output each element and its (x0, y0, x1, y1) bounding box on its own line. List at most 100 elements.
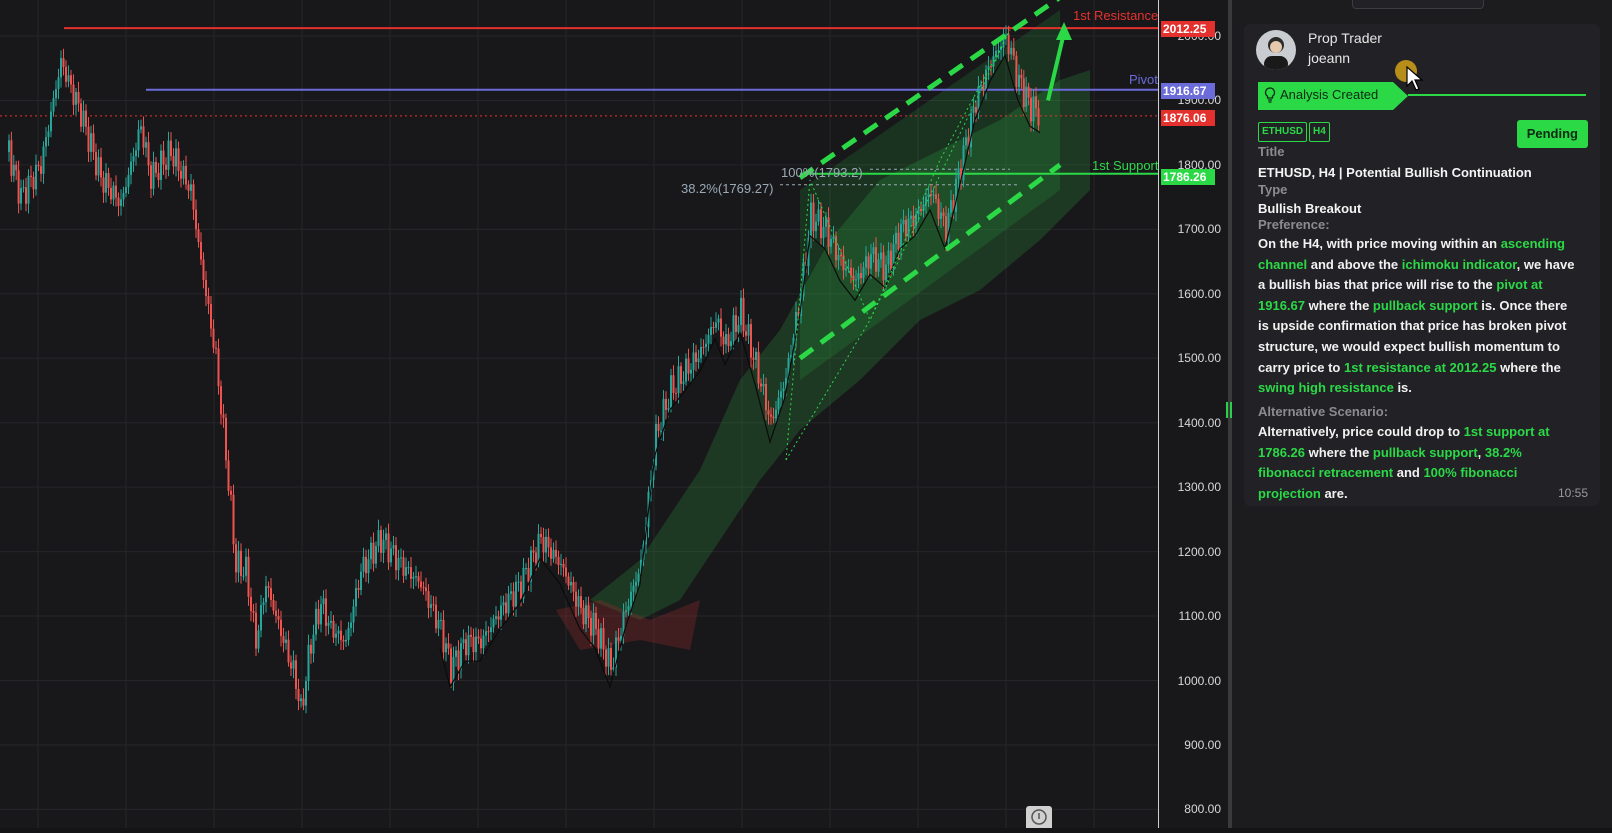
candle (197, 229, 200, 242)
lightbulb-icon[interactable] (1026, 806, 1052, 828)
user-avatar[interactable] (1256, 30, 1296, 70)
candle (25, 187, 27, 204)
alternative-text: Alternatively, price could drop to 1st s… (1258, 422, 1578, 504)
candle (632, 585, 635, 592)
author-name[interactable]: joeann (1308, 50, 1350, 66)
candle (972, 106, 975, 113)
candle (727, 334, 730, 347)
candle (180, 170, 182, 179)
candle (697, 358, 700, 363)
candle (757, 351, 760, 384)
candle (440, 619, 442, 621)
candle (1012, 47, 1015, 56)
candle (465, 639, 467, 656)
candle (910, 215, 912, 219)
candle (350, 622, 352, 628)
candle (515, 581, 517, 607)
candle (195, 209, 197, 230)
title-label: Title (1258, 144, 1285, 159)
candle (260, 605, 262, 631)
candle (50, 111, 52, 132)
price-chart[interactable]: 1st Resistance Pivot 1st Support 100%(17… (0, 0, 1159, 828)
candle (342, 639, 345, 642)
candle (65, 66, 67, 82)
price-tick-label: 1700.00 (1177, 222, 1221, 237)
candle (100, 157, 102, 178)
candle (502, 602, 505, 606)
candle (567, 576, 570, 586)
pending-button[interactable]: Pending (1516, 120, 1588, 148)
candle (1020, 74, 1023, 79)
analysis-card[interactable]: Prop Trader joeann Analysis Created ETHU… (1244, 24, 1600, 506)
candle (535, 552, 537, 564)
candle (90, 133, 92, 152)
candle (187, 184, 190, 191)
candle (247, 556, 250, 597)
candle (767, 410, 770, 415)
candle (232, 494, 235, 545)
candle (897, 232, 900, 250)
candle (402, 557, 405, 576)
candle (152, 161, 155, 189)
candle (265, 586, 267, 603)
candle (45, 137, 47, 147)
text-segment: Alternatively, price could drop to (1258, 424, 1464, 439)
candle (885, 264, 887, 281)
candle (595, 612, 597, 629)
candle (660, 430, 662, 432)
candle (1025, 86, 1028, 107)
candle (137, 129, 140, 151)
candle (355, 587, 357, 607)
candle (302, 698, 305, 706)
candle (240, 550, 242, 576)
candle (825, 217, 827, 227)
current-price-tag: 1876.06 (1161, 110, 1215, 126)
status-line (1408, 94, 1586, 96)
candle (877, 259, 880, 272)
price-axis[interactable]: 2000.001900.001800.001700.001600.001500.… (1158, 0, 1229, 828)
candle (525, 568, 527, 570)
candle (717, 318, 720, 323)
candle (575, 591, 577, 607)
candle (270, 588, 272, 600)
candle (637, 573, 640, 582)
candle (630, 591, 632, 607)
candle (475, 636, 477, 653)
candle (470, 634, 472, 637)
candle (110, 188, 112, 200)
candle (902, 219, 905, 225)
candle (12, 164, 15, 176)
candle (752, 357, 755, 360)
candle (702, 346, 705, 348)
candle (112, 185, 115, 200)
candle (37, 164, 40, 167)
panel-top-tab[interactable] (1352, 0, 1484, 9)
candle (707, 335, 710, 344)
candle (742, 297, 745, 332)
highlight-term: ichimoku indicator (1401, 256, 1517, 272)
type-value: Bullish Breakout (1258, 201, 1362, 216)
candle (222, 414, 225, 418)
text-segment: and above the (1307, 256, 1402, 272)
candle (900, 224, 902, 250)
candle (102, 177, 105, 193)
candle (345, 639, 347, 642)
chart-canvas[interactable] (0, 0, 1158, 828)
candle (167, 140, 170, 170)
candle (150, 165, 152, 189)
candle (77, 92, 80, 104)
preference-label: Preference: (1258, 217, 1330, 232)
candle (585, 605, 587, 625)
candle (1018, 74, 1020, 88)
candle (160, 150, 162, 181)
text-segment: where the (1496, 359, 1561, 375)
candle (607, 648, 610, 667)
candle (872, 247, 875, 255)
candle (485, 631, 487, 636)
candle (587, 605, 590, 619)
candle (272, 599, 275, 611)
candle (20, 188, 22, 204)
symbol-tag[interactable]: ETHUSD (1258, 122, 1308, 142)
timeframe-tag[interactable]: H4 (1309, 122, 1330, 142)
candle (67, 75, 70, 82)
